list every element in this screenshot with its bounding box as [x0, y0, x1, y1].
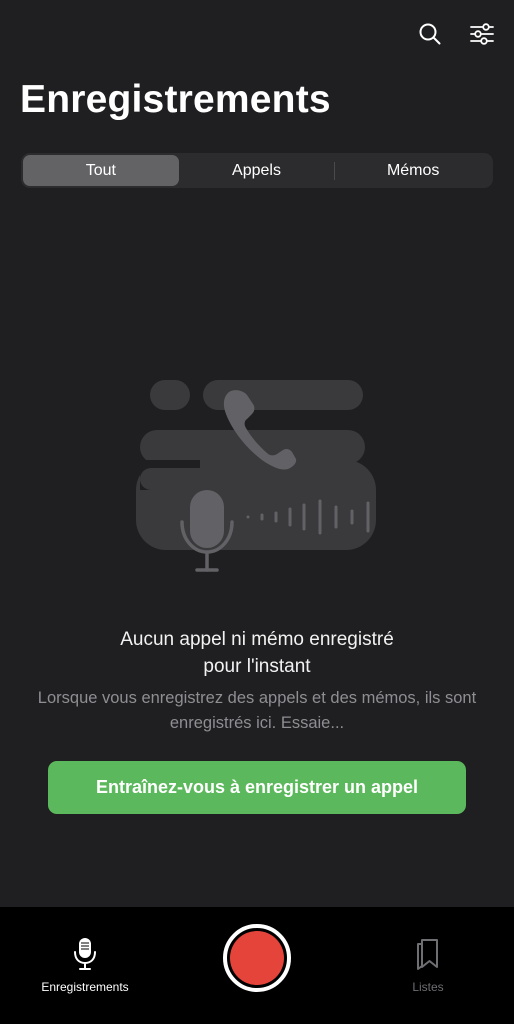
- record-button[interactable]: [223, 924, 291, 992]
- tab-recordings-label: Enregistrements: [41, 980, 129, 994]
- empty-state-description: Lorsque vous enregistrez des appels et d…: [37, 689, 477, 732]
- tab-lists-label: Listes: [412, 980, 444, 994]
- search-icon[interactable]: [416, 20, 444, 48]
- segment-appels[interactable]: Appels: [179, 155, 335, 186]
- empty-state-title-line2: pour l'instant: [203, 656, 311, 677]
- page-title: Enregistrements: [20, 78, 331, 121]
- tab-lists[interactable]: Listes: [388, 937, 468, 994]
- empty-state-title-line1: Aucun appel ni mémo enregistré: [120, 629, 394, 650]
- tab-recordings[interactable]: Enregistrements: [24, 937, 146, 994]
- filter-sliders-icon[interactable]: [468, 20, 496, 48]
- header-actions: [416, 20, 496, 48]
- segment-tout[interactable]: Tout: [23, 155, 179, 186]
- bookmarks-icon: [415, 937, 441, 976]
- microphone-icon: [73, 937, 97, 976]
- segment-memos[interactable]: Mémos: [335, 155, 491, 186]
- practice-record-call-button[interactable]: Entraînez-vous à enregistrer un appel: [48, 761, 466, 814]
- record-icon: [230, 931, 284, 985]
- empty-state-title: Aucun appel ni mémo enregistré pour l'in…: [0, 626, 514, 680]
- tab-bar: Enregistrements Listes: [0, 907, 514, 1024]
- segmented-control: Tout Appels Mémos: [21, 153, 493, 188]
- app-screen: Enregistrements Tout Appels Mémos Aucun …: [0, 0, 514, 1024]
- phone-and-microphone-illustration: [0, 370, 514, 580]
